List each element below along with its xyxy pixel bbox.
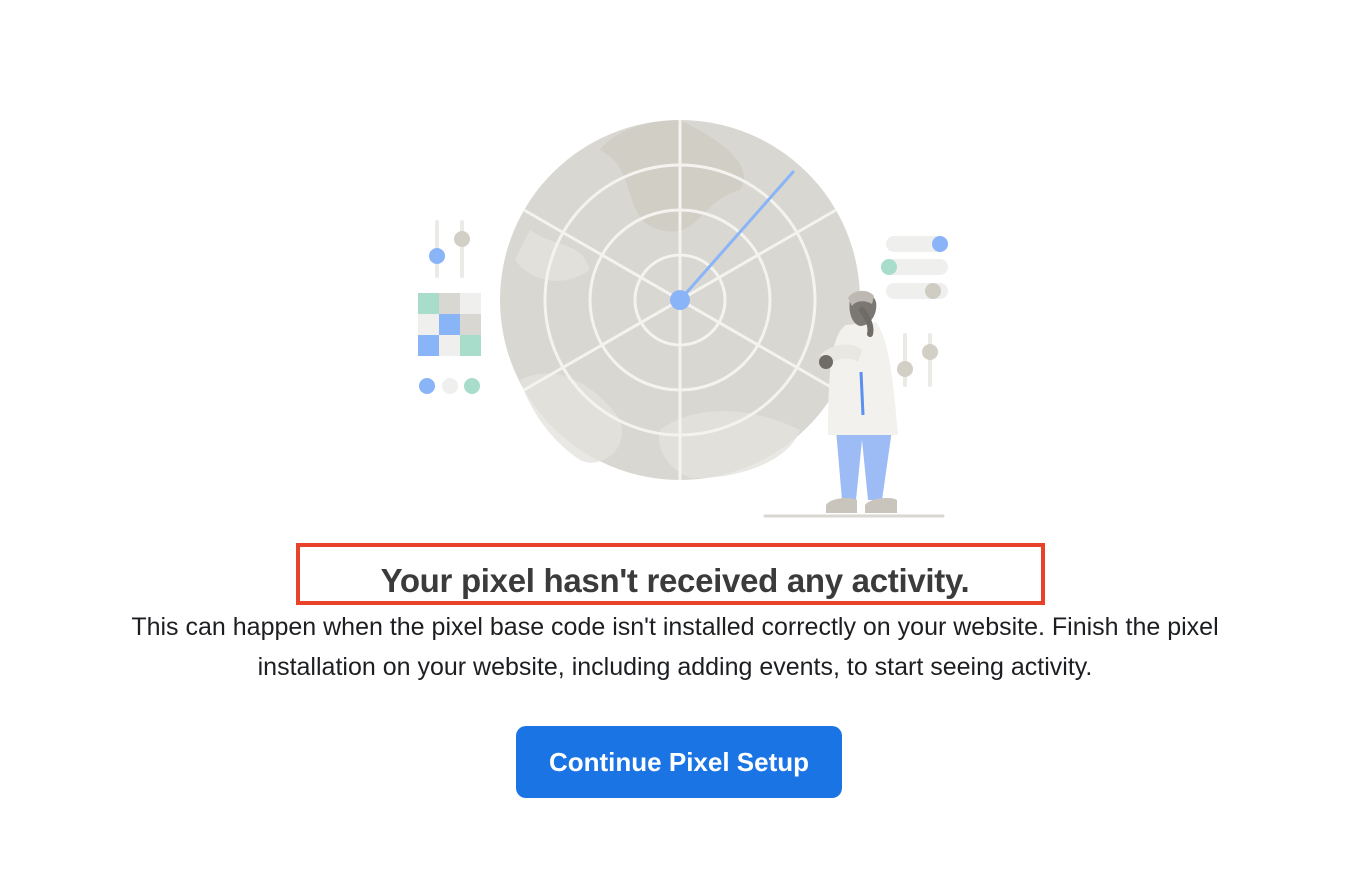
radar-illustration (418, 120, 948, 518)
slider-controls-left (429, 220, 470, 278)
color-grid (418, 293, 481, 356)
slider-controls-right (897, 333, 938, 387)
empty-state-headline: Your pixel hasn't received any activity. (380, 562, 970, 599)
toggle-controls-right (881, 236, 948, 299)
continue-pixel-setup-button[interactable]: Continue Pixel Setup (516, 726, 842, 798)
radar-dish (500, 120, 860, 480)
empty-state-description: This can happen when the pixel base code… (131, 613, 1219, 681)
dot-row (419, 378, 480, 394)
